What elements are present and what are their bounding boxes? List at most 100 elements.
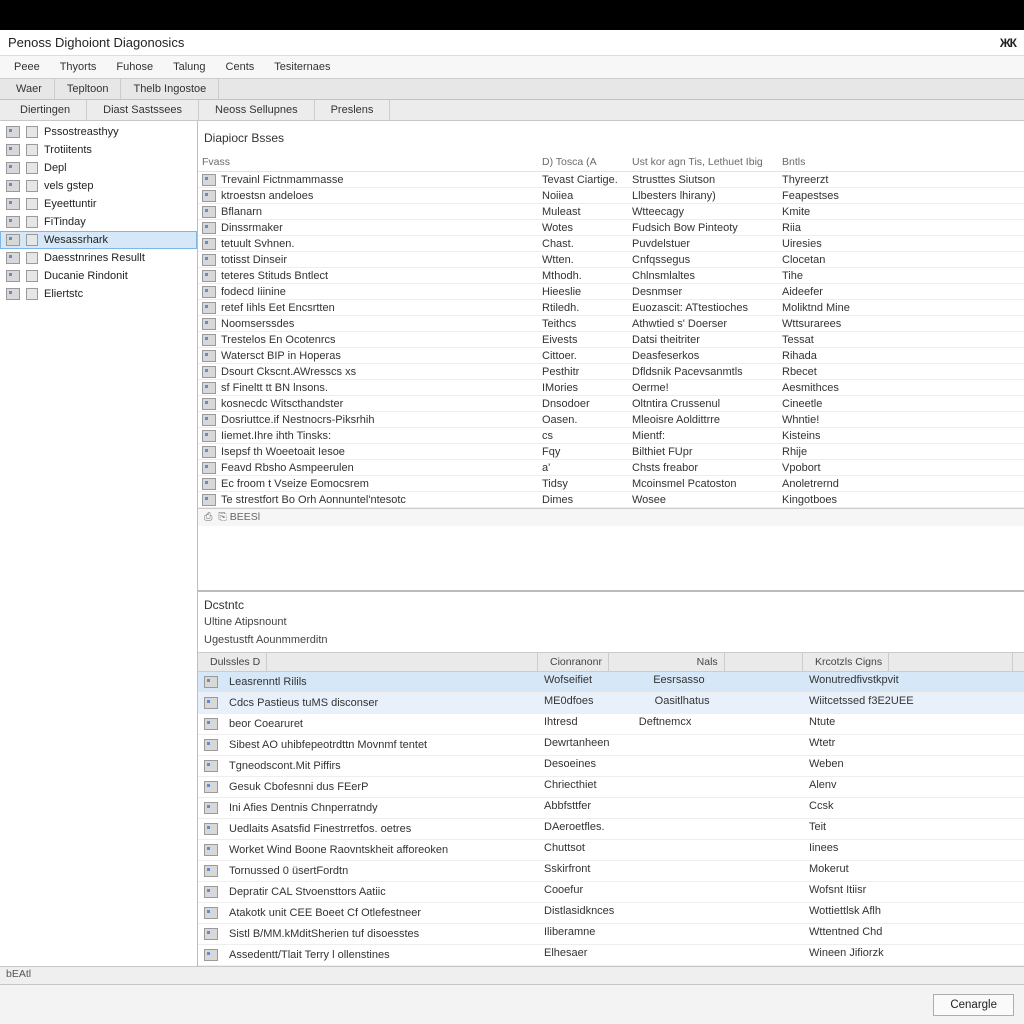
menu-item[interactable]: Thyorts [50, 58, 107, 76]
col-header[interactable]: Bntls [782, 156, 912, 168]
menu-item[interactable]: Tesiternaes [264, 58, 340, 76]
section-title: Diapiocr Bsses [198, 121, 1024, 153]
toolbar-item[interactable]: Thelb Ingostoe [121, 79, 219, 99]
table-row[interactable]: Ini Afies Dentnis ChnperratndyAbbfsttfer… [198, 798, 1024, 819]
sub-toolbar: Diertingen Diast Sastssees Neoss Sellupn… [0, 100, 1024, 121]
table-row[interactable]: DinssrmakerWotesFudsich Bow PinteotyRiia [198, 220, 1024, 236]
table-row[interactable]: totisst DinseirWtten.CnfqssegusClocetan [198, 252, 1024, 268]
sidebar-item[interactable]: Depl [0, 159, 197, 177]
table-row[interactable]: Dsourt Ckscnt.AWresscs xsPesthitrDfldsni… [198, 364, 1024, 380]
toolbar-item[interactable]: Waer [4, 79, 55, 99]
cell: Tihe [782, 270, 912, 282]
col-header[interactable]: Cionranonr Nals [538, 653, 803, 671]
table-row[interactable]: Assedentt/Tlait Terry l ollenstinesElhes… [198, 945, 1024, 966]
sidebar-item-label: FiTinday [44, 216, 86, 228]
sidebar-item[interactable]: Daesstnrines Resullt [0, 249, 197, 267]
cell: Fudsich Bow Pinteoty [632, 222, 782, 234]
sidebar-item[interactable]: FiTinday [0, 213, 197, 231]
sidebar-item[interactable]: Eliertstc [0, 285, 197, 303]
table-row[interactable]: Leasrenntl RililsWofseifiet EesrsassoWon… [198, 672, 1024, 693]
cell: Pesthitr [542, 366, 632, 378]
table-row[interactable]: Cdcs Pastieus tuMS disconserME0dfoes Oas… [198, 693, 1024, 714]
menu-item[interactable]: Fuhose [106, 58, 163, 76]
table-row[interactable]: retef Iihls Eet EncsrttenRtiledh.Euozasc… [198, 300, 1024, 316]
cell: Anoletrernd [782, 478, 912, 490]
cell: Distlasidknces [538, 903, 803, 923]
table-row[interactable]: Worket Wind Boone Raovntskheit afforeoke… [198, 840, 1024, 861]
menu-item[interactable]: Peee [4, 58, 50, 76]
sidebar-item[interactable]: Wesassrhark [0, 231, 197, 249]
table-row[interactable]: Ec froom t Vseize EomocsremTidsyMcoinsme… [198, 476, 1024, 492]
cell: Weben [803, 756, 1013, 776]
table-row[interactable]: Depratir CAL Stvoensttors AatiicCooefurW… [198, 882, 1024, 903]
sidebar-item[interactable]: Pssostreasthyy [0, 123, 197, 141]
subtoolbar-item[interactable]: Diertingen [4, 100, 87, 120]
table-row[interactable]: kosnecdc WitscthandsterDnsodoerOltntira … [198, 396, 1024, 412]
footer-label[interactable]: ⎘ BEESl [218, 511, 260, 524]
sidebar-item[interactable]: Trotiitents [0, 141, 197, 159]
table-row[interactable]: Sistl B/MM.kMditSherien tuf disoesstesIl… [198, 924, 1024, 945]
cell: Kingotboes [782, 494, 912, 506]
menu-item[interactable]: Talung [163, 58, 215, 76]
table-row[interactable]: Isepsf th Woeetoait IesoeFqyBilthiet FUp… [198, 444, 1024, 460]
cell: Ihtresd Deftnemcx [538, 714, 803, 734]
subtoolbar-item[interactable]: Neoss Sellupnes [199, 100, 315, 120]
table-row[interactable]: Sibest AO uhibfepeotrdttn Movnmf tentetD… [198, 735, 1024, 756]
table-row[interactable]: Uedlaits Asatsfid Finestrretfos. oetresD… [198, 819, 1024, 840]
primary-button[interactable]: Cenargle [933, 994, 1014, 1016]
table-row[interactable]: BflanarnMuleastWtteecagyKmite [198, 204, 1024, 220]
cell: Sibest AO uhibfepeotrdttn Movnmf tentet [223, 737, 433, 753]
col-header[interactable]: D) Tosca (A [542, 156, 632, 168]
sidebar-item[interactable]: vels gstep [0, 177, 197, 195]
cell: retef Iihls Eet Encsrtten [221, 302, 335, 314]
row-icon [202, 254, 216, 266]
table-row[interactable]: teteres Stituds BntlectMthodh.Chlnsmlalt… [198, 268, 1024, 284]
sidebar-item[interactable]: Ducanie Rindonit [0, 267, 197, 285]
cell: Chsts freabor [632, 462, 782, 474]
cell: Cooefur [538, 882, 803, 902]
table-row[interactable]: Feavd Rbsho Asmpeerulena'Chsts freaborVp… [198, 460, 1024, 476]
table-row[interactable]: tetuult Svhnen.Chast.PuvdelstuerUiresies [198, 236, 1024, 252]
col-header[interactable]: Krcotzls Cigns [803, 653, 1013, 671]
row-icon [202, 238, 216, 250]
cell: Vpobort [782, 462, 912, 474]
col-header[interactable]: Fvass [202, 156, 542, 168]
table-row[interactable]: ktroestsn andeloesNoiieaLlbesters lhiran… [198, 188, 1024, 204]
doc-icon [26, 216, 38, 228]
table-row[interactable]: beor CoearuretIhtresd DeftnemcxNtute [198, 714, 1024, 735]
table-row[interactable]: fodecd IiinineHieeslieDesnmserAideefer [198, 284, 1024, 300]
cell: Wtteecagy [632, 206, 782, 218]
cell: teteres Stituds Bntlect [221, 270, 328, 282]
table-row[interactable]: Watersct BIP in HoperasCittoer.Deasfeser… [198, 348, 1024, 364]
subtoolbar-item[interactable]: Diast Sastssees [87, 100, 199, 120]
cell: Gesuk Cbofesnni dus FEerP [223, 779, 374, 795]
cell: Depratir CAL Stvoensttors Aatiic [223, 884, 392, 900]
table-row[interactable]: Trevainl FictnmammasseTevast Ciartige.St… [198, 172, 1024, 188]
table-row[interactable]: Atakotk unit CEE Boeet Cf OtlefestneerDi… [198, 903, 1024, 924]
col-header[interactable]: Dulssles D [198, 653, 538, 671]
footer-icon[interactable]: ⎙ [204, 511, 212, 524]
table-row[interactable]: Trestelos En OcotenrcsEivestsDatsi theit… [198, 332, 1024, 348]
col-header[interactable]: Ust kor agn Tis, Lethuet Ibig [632, 156, 782, 168]
table-row[interactable]: Iiemet.Ihre ihth Tinsks:csMientf:Kistein… [198, 428, 1024, 444]
sidebar-item-label: Pssostreasthyy [44, 126, 119, 138]
cell: Mthodh. [542, 270, 632, 282]
table-row[interactable]: Tgneodscont.Mit PiffirsDesoeinesWeben [198, 756, 1024, 777]
table-row[interactable]: Te strestfort Bo Orh Aonnuntel'ntesotcDi… [198, 492, 1024, 508]
cell: totisst Dinseir [221, 254, 287, 266]
subtoolbar-item[interactable]: Preslens [315, 100, 391, 120]
toolbar-item[interactable]: Tepltoon [55, 79, 122, 99]
table-icon [6, 216, 20, 228]
sidebar-item[interactable]: Eyeettuntir [0, 195, 197, 213]
table-row[interactable]: NoomserssdesTeithcsAthwtied s' DoerserWt… [198, 316, 1024, 332]
sidebar: PssostreasthyyTrotiitentsDeplvels gstepE… [0, 121, 198, 966]
doc-icon [26, 252, 38, 264]
cell: Oerme! [632, 382, 782, 394]
cell: Ntute [803, 714, 1013, 734]
table-row[interactable]: Gesuk Cbofesnni dus FEerPChriecthietAlen… [198, 777, 1024, 798]
table-row[interactable]: sf Fineltt tt BN lnsons.IMoriesOerme!Aes… [198, 380, 1024, 396]
menu-item[interactable]: Cents [216, 58, 265, 76]
table-row[interactable]: Dosriuttce.if Nestnocrs-PiksrhihOasen.Ml… [198, 412, 1024, 428]
cell: Wttsurarees [782, 318, 912, 330]
table-row[interactable]: Tornussed 0 üsertFordtnSskirfrontMokerut [198, 861, 1024, 882]
